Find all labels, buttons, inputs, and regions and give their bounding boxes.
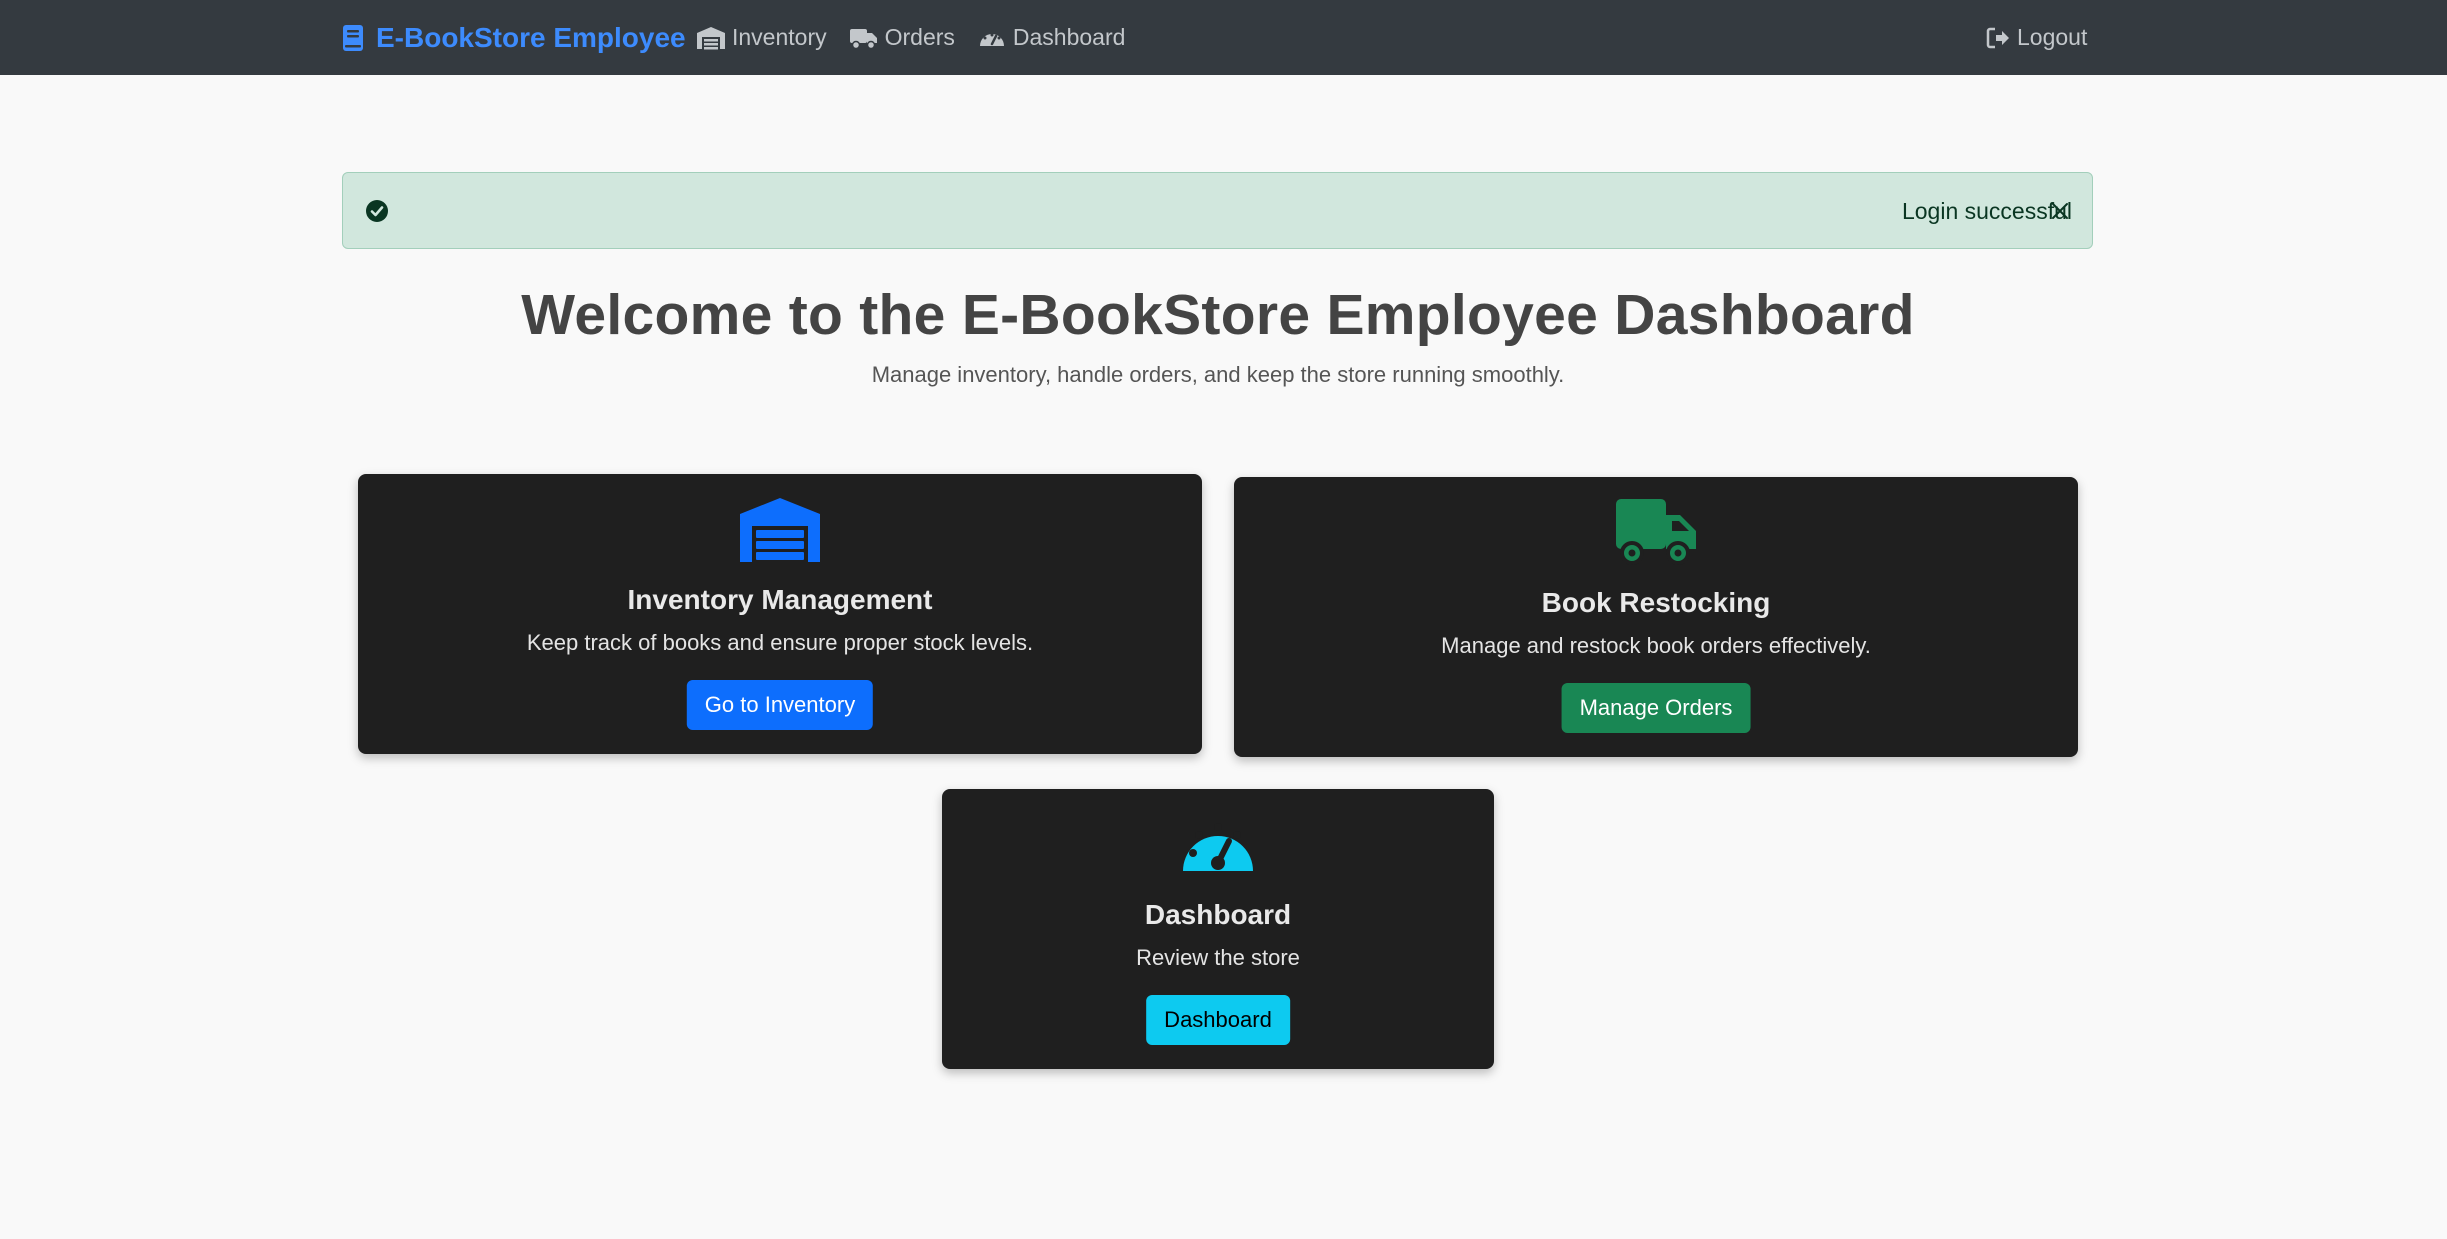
- logout-label: Logout: [2017, 24, 2088, 50]
- nav-link-inventory-label: Inventory: [732, 24, 827, 50]
- warehouse-icon: [697, 26, 725, 49]
- truck-icon: [1616, 499, 1696, 565]
- manage-orders-button[interactable]: Manage Orders: [1561, 683, 1751, 733]
- alert-message: Login successful: [1901, 198, 2072, 224]
- card-title: Book Restocking: [1541, 587, 1771, 618]
- brand-text: E-BookStore Employee: [376, 21, 686, 53]
- dashboard-button[interactable]: Dashboard: [1146, 995, 1290, 1045]
- sign-out-icon: [1986, 27, 2009, 48]
- gauge-icon: [979, 33, 1004, 46]
- check-circle-icon: [366, 200, 388, 222]
- book-restocking-card: Book Restocking Manage and restock book …: [1234, 477, 2078, 757]
- logout-link[interactable]: Logout: [1986, 0, 2087, 75]
- nav-link-dashboard[interactable]: Dashboard: [977, 24, 1126, 51]
- nav-link-orders[interactable]: Orders: [849, 24, 955, 51]
- dashboard-card: Dashboard Review the store Dashboard: [942, 789, 1494, 1069]
- warehouse-icon: [740, 498, 820, 562]
- card-title: Inventory Management: [627, 584, 933, 615]
- gauge-icon: [1183, 823, 1253, 871]
- page-subtitle: Manage inventory, handle orders, and kee…: [871, 362, 1565, 387]
- page-title: Welcome to the E-BookStore Employee Dash…: [521, 283, 1915, 347]
- truck-icon: [849, 28, 877, 49]
- book-icon: [343, 24, 363, 51]
- nav-links: Inventory Orders Dashboard: [696, 0, 1125, 75]
- nav-link-orders-label: Orders: [884, 24, 955, 50]
- inventory-management-card: Inventory Management Keep track of books…: [358, 474, 1202, 754]
- card-text: Keep track of books and ensure proper st…: [526, 630, 1034, 655]
- card-title: Dashboard: [1144, 899, 1292, 930]
- go-to-inventory-button[interactable]: Go to Inventory: [686, 680, 874, 730]
- brand-link[interactable]: E-BookStore Employee: [342, 0, 686, 75]
- nav-link-dashboard-label: Dashboard: [1012, 24, 1126, 50]
- card-text: Review the store: [1136, 945, 1300, 970]
- login-success-alert: Login successful: [342, 172, 2093, 249]
- nav-link-inventory[interactable]: Inventory: [696, 24, 827, 51]
- top-navbar: E-BookStore Employee Inventory Orders Da…: [0, 0, 2447, 75]
- card-text: Manage and restock book orders effective…: [1441, 633, 1871, 658]
- close-icon[interactable]: [2048, 199, 2072, 223]
